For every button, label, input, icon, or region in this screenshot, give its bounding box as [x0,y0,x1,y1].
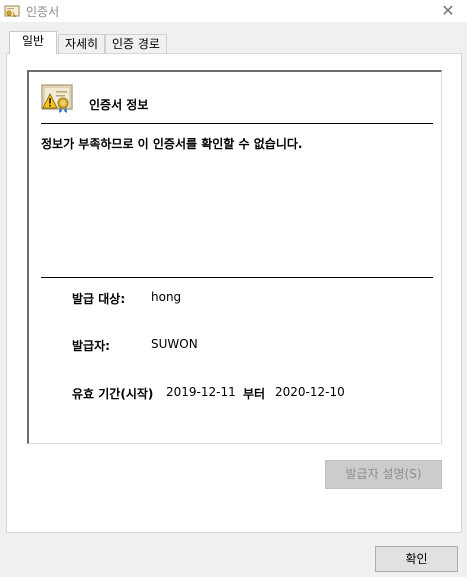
window-title: 인증서 [26,5,60,19]
details-divider [41,277,433,278]
close-button[interactable]: ✕ [437,1,459,21]
issued-to-value: hong [151,290,182,304]
ok-button[interactable]: 확인 [375,546,458,572]
tab-certification-path[interactable]: 인증 경로 [105,34,167,54]
verification-warning: 정보가 부족하므로 이 인증서를 확인할 수 없습니다. [41,137,303,151]
tab-general[interactable]: 일반 [9,31,57,54]
valid-to-value: 2020-12-10 [275,385,345,399]
certificate-info-box: 인증서 정보 정보가 부족하므로 이 인증서를 확인할 수 없습니다. 발급 대… [27,70,442,444]
certificate-icon [4,5,20,17]
issuer-statement-button[interactable]: 발급자 설명(S) [325,460,442,489]
valid-to-label: 부터 [243,387,266,401]
header-divider [41,123,433,124]
general-tab-panel: 인증서 정보 정보가 부족하므로 이 인증서를 확인할 수 없습니다. 발급 대… [6,53,462,533]
certificate-warning-icon [41,84,73,113]
title-bar: 인증서 ✕ [0,0,467,22]
issued-to-label: 발급 대상: [72,292,126,306]
certificate-info-heading: 인증서 정보 [89,98,149,112]
issued-by-value: SUWON [151,337,198,351]
valid-from-value: 2019-12-11 [166,385,236,399]
tab-details[interactable]: 자세히 [58,34,105,54]
validity-label: 유효 기간(시작) [72,387,154,401]
issued-by-label: 발급자: [72,339,110,353]
